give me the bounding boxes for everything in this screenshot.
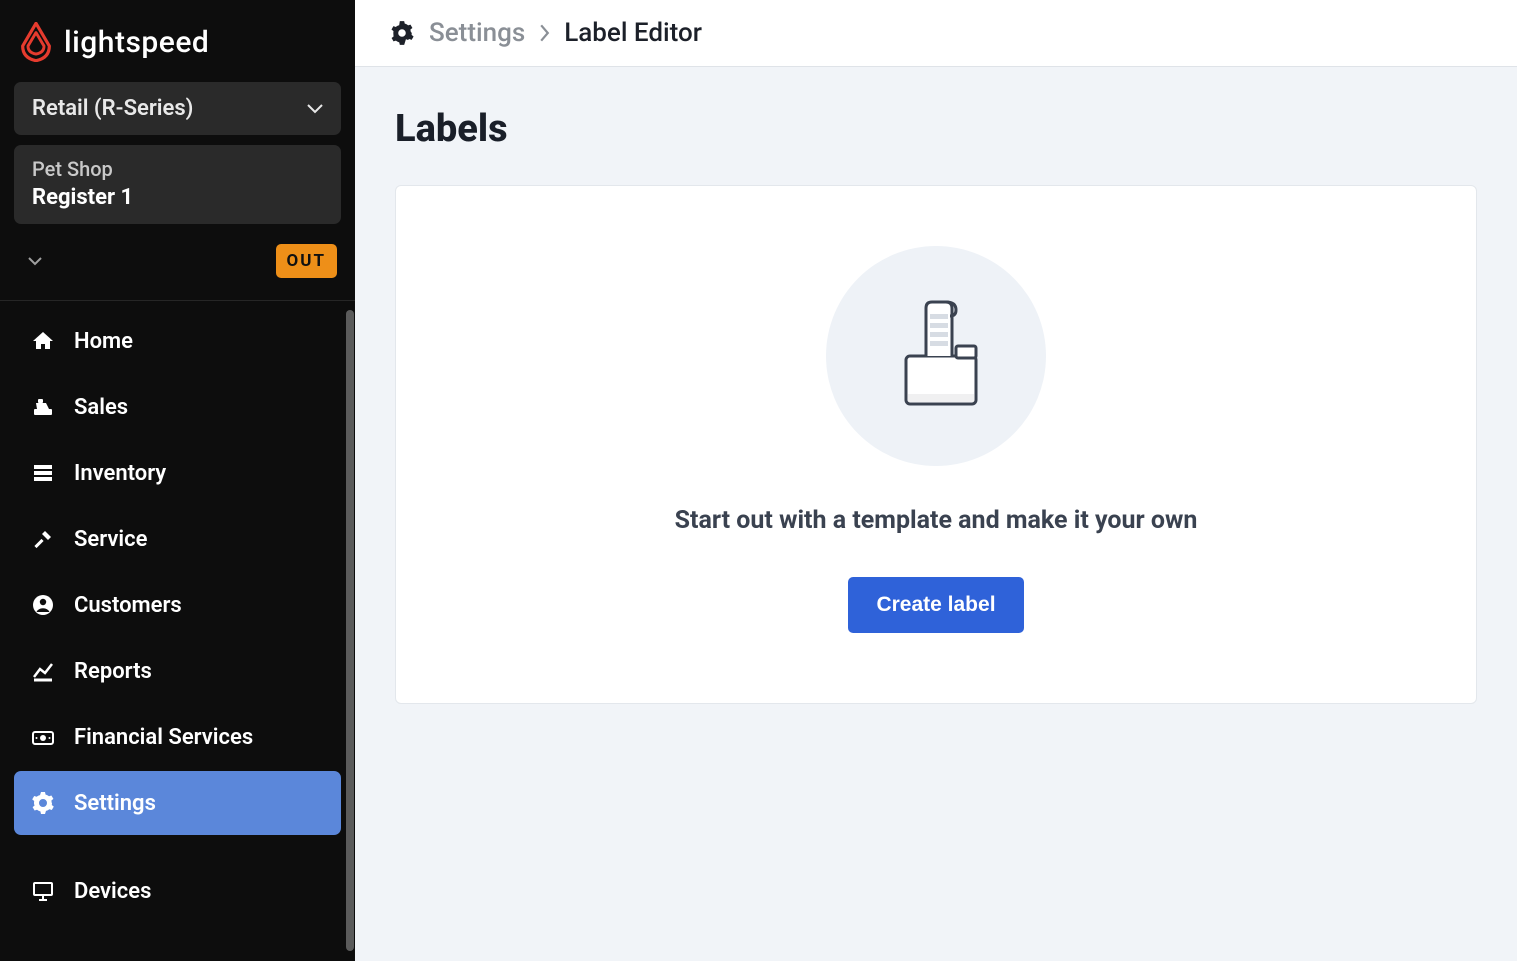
empty-state-message: Start out with a template and make it yo…: [675, 506, 1198, 535]
sidebar-item-label: Service: [74, 527, 147, 552]
shop-name: Pet Shop: [32, 157, 323, 181]
register-selector[interactable]: Pet Shop Register 1: [14, 145, 341, 224]
boxes-icon: [30, 460, 56, 486]
sidebar-item-home[interactable]: Home: [14, 309, 341, 373]
clock-out-badge[interactable]: OUT: [276, 244, 337, 278]
user-menu-toggle[interactable]: [18, 251, 52, 272]
sidebar-item-label: Financial Services: [74, 725, 253, 750]
lightspeed-logo-icon: [20, 22, 52, 62]
chart-line-icon: [30, 658, 56, 684]
gear-icon: [389, 20, 415, 46]
sidebar-scrollbar[interactable]: [346, 310, 354, 951]
home-icon: [30, 328, 56, 354]
page-title: Labels: [395, 107, 1477, 151]
gear-icon: [30, 790, 56, 816]
sidebar-item-sales[interactable]: Sales: [14, 375, 341, 439]
cash-register-icon: [30, 394, 56, 420]
sidebar-item-label: Reports: [74, 659, 152, 684]
monitor-icon: [30, 878, 56, 904]
main-area: Settings Label Editor Labels: [355, 0, 1517, 961]
sidebar-nav: Home Sales Inventory Service Customers: [0, 301, 355, 933]
create-label-button[interactable]: Create label: [848, 577, 1023, 633]
breadcrumb-parent[interactable]: Settings: [429, 18, 525, 48]
brand-name: lightspeed: [64, 25, 209, 60]
sidebar-item-devices[interactable]: Devices: [14, 859, 341, 923]
chevron-down-icon: [307, 104, 323, 114]
product-selector-label: Retail (R-Series): [32, 96, 193, 121]
sidebar-item-settings[interactable]: Settings: [14, 771, 341, 835]
sidebar-item-label: Settings: [74, 791, 156, 816]
empty-state-illustration: [826, 246, 1046, 466]
page-content: Labels Start: [355, 67, 1517, 744]
labels-empty-state-card: Start out with a template and make it yo…: [395, 185, 1477, 704]
brand-header: lightspeed: [0, 0, 355, 82]
sidebar-item-label: Devices: [74, 879, 151, 904]
hammer-icon: [30, 526, 56, 552]
user-row: OUT: [18, 244, 337, 278]
sidebar-item-financial-services[interactable]: Financial Services: [14, 705, 341, 769]
breadcrumb-bar: Settings Label Editor: [355, 0, 1517, 67]
sidebar-item-label: Customers: [74, 593, 182, 618]
sidebar-item-reports[interactable]: Reports: [14, 639, 341, 703]
cash-icon: [30, 724, 56, 750]
sidebar-item-inventory[interactable]: Inventory: [14, 441, 341, 505]
sidebar-item-label: Home: [74, 329, 133, 354]
register-name: Register 1: [32, 185, 323, 210]
sidebar: lightspeed Retail (R-Series) Pet Shop Re…: [0, 0, 355, 961]
sidebar-item-label: Sales: [74, 395, 128, 420]
product-selector[interactable]: Retail (R-Series): [14, 82, 341, 135]
sidebar-item-service[interactable]: Service: [14, 507, 341, 571]
user-circle-icon: [30, 592, 56, 618]
sidebar-item-label: Inventory: [74, 461, 166, 486]
sidebar-item-customers[interactable]: Customers: [14, 573, 341, 637]
nav-spacer: [14, 837, 341, 857]
breadcrumb-current: Label Editor: [564, 18, 702, 48]
chevron-right-icon: [539, 24, 550, 42]
